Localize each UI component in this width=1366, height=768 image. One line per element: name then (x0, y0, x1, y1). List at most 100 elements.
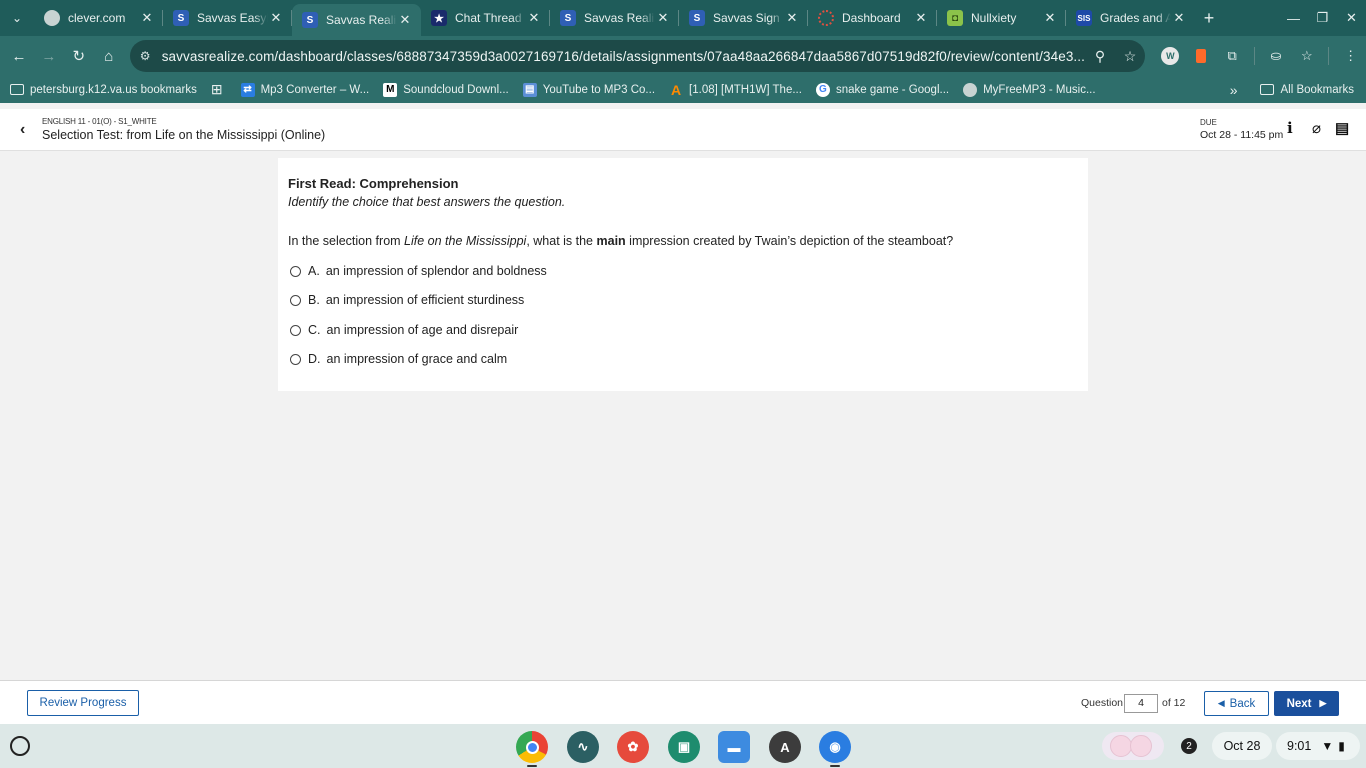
paint-app-icon[interactable]: ✿ (617, 731, 649, 763)
dashboard-icon (818, 10, 834, 26)
tab-clever[interactable]: clever.com ✕ (34, 0, 163, 36)
wave-app-icon[interactable]: ∿ (567, 731, 599, 763)
bookmark-soundcloud[interactable]: M Soundcloud Downl... (383, 82, 509, 97)
bookmark-myfreemp3[interactable]: MyFreeMP3 - Music... (963, 82, 1096, 97)
folder-icon (1259, 84, 1274, 95)
close-tab-icon[interactable]: ✕ (1042, 10, 1058, 26)
radio-button[interactable] (290, 294, 301, 306)
due-date: Oct 28 - 11:45 pm (1200, 129, 1284, 141)
tab-nullxiety[interactable]: ◘ Nullxiety ✕ (937, 0, 1066, 36)
url-text[interactable]: savvasrealize.com/dashboard/classes/6888… (162, 49, 1085, 64)
extensions-puzzle-icon[interactable]: ⧉ (1217, 48, 1248, 64)
tab-dashboard[interactable]: Dashboard ✕ (808, 0, 937, 36)
site-info-icon[interactable]: ⚙ (140, 49, 162, 63)
tab-savvas-realize-active[interactable]: S Savvas Realize ✕ (292, 4, 421, 36)
savvas-icon: S (302, 12, 318, 28)
answer-option-a[interactable]: A. an impression of splendor and boldnes… (290, 264, 547, 278)
close-tab-icon[interactable]: ✕ (526, 10, 542, 26)
close-tab-icon[interactable]: ✕ (397, 12, 413, 28)
tab-title: Chat Thread (455, 11, 522, 25)
bookmarks-star-icon[interactable]: ☆ (1291, 48, 1322, 64)
tab-savvas-sign-in[interactable]: S Savvas Sign In ✕ (679, 0, 808, 36)
question-number-input[interactable]: 4 (1124, 694, 1158, 713)
bookmark-youtube-mp3[interactable]: ▤ YouTube to MP3 Co... (522, 82, 655, 97)
radio-button[interactable] (290, 324, 301, 336)
radio-button[interactable] (290, 353, 301, 365)
address-bar[interactable]: ⚙ savvasrealize.com/dashboard/classes/68… (129, 40, 1145, 72)
back-button[interactable]: ◀ Back (1204, 691, 1269, 716)
answer-option-d[interactable]: D. an impression of grace and calm (290, 352, 507, 366)
all-bookmarks[interactable]: All Bookmarks (1281, 84, 1355, 96)
account-app-icon[interactable]: A (769, 731, 801, 763)
answer-option-b[interactable]: B. an impression of efficient sturdiness (290, 293, 524, 307)
toolbar-divider (1253, 47, 1255, 65)
classroom-icon[interactable]: ▣ (668, 731, 700, 763)
converter-icon: ⇄ (240, 82, 255, 97)
option-letter: C. (308, 323, 321, 337)
option-text: an impression of efficient sturdiness (325, 293, 525, 307)
reload-icon[interactable]: ↻ (64, 40, 94, 72)
status-area[interactable]: 9:01 ▼ ▮ (1276, 732, 1360, 760)
bookmark-snake-game[interactable]: G snake game - Googl... (815, 82, 949, 97)
close-tab-icon[interactable]: ✕ (784, 10, 800, 26)
zoom-icon[interactable]: ⚲ (1085, 48, 1115, 65)
camera-icon[interactable]: ◉ (819, 731, 851, 763)
overflow-chevron-icon[interactable]: » (1230, 82, 1238, 98)
tab-search-icon[interactable]: ⌄ (0, 0, 34, 36)
review-progress-button[interactable]: Review Progress (27, 690, 139, 716)
tab-chat-thread[interactable]: ★ Chat Thread ✕ (421, 0, 550, 36)
new-tab-icon[interactable]: + (1195, 8, 1223, 29)
bookmark-mth1w[interactable]: A [1.08] [MTH1W] The... (669, 82, 802, 98)
close-tab-icon[interactable]: ✕ (268, 10, 284, 26)
bookmark-mp3-converter[interactable]: ⇄ Mp3 Converter – W... (240, 82, 369, 97)
close-tab-icon[interactable]: ✕ (139, 10, 155, 26)
option-text: an impression of age and disrepair (326, 323, 519, 337)
back-chevron-icon[interactable]: ‹ (20, 121, 25, 139)
forward-arrow-icon[interactable]: → (34, 40, 64, 72)
menu-kebab-icon[interactable]: ⋮ (1335, 48, 1366, 64)
extension-w-icon[interactable]: W (1155, 47, 1186, 65)
next-button[interactable]: Next ▶ (1274, 691, 1339, 716)
assessment-footer: Review Progress Question 4 of 12 ◀ Back … (0, 680, 1366, 724)
close-tab-icon[interactable]: ✕ (1171, 10, 1187, 26)
tab-grades[interactable]: SIS Grades and Attendance ✕ (1066, 0, 1195, 36)
back-arrow-icon[interactable]: ← (4, 40, 34, 72)
profile-avatars[interactable] (1102, 732, 1164, 760)
date-pill[interactable]: Oct 28 (1212, 732, 1272, 760)
comment-icon[interactable]: ▤ (1335, 119, 1349, 137)
option-letter: B. (308, 293, 320, 307)
notification-count[interactable]: 2 (1181, 738, 1197, 754)
close-tab-icon[interactable]: ✕ (655, 10, 671, 26)
bookmark-star-icon[interactable]: ☆ (1115, 48, 1145, 65)
caret-left-icon: ◀ (1217, 698, 1225, 708)
restore-icon[interactable]: ❐ (1308, 10, 1337, 26)
course-name: ENGLISH 11 - 01(O) - S1_WHITE (42, 117, 157, 126)
paperclip-icon[interactable]: ⌀ (1312, 119, 1321, 137)
tab-title: Savvas Realize (326, 13, 397, 27)
window-controls: — ❐ ✕ (1279, 0, 1366, 36)
globe-icon (963, 82, 978, 97)
info-icon[interactable]: i (1287, 119, 1293, 137)
minimize-icon[interactable]: — (1279, 11, 1308, 26)
battery-icon: ▮ (1338, 739, 1345, 753)
close-window-icon[interactable]: ✕ (1337, 10, 1366, 26)
close-tab-icon[interactable]: ✕ (913, 10, 929, 26)
radio-button[interactable] (290, 265, 301, 277)
home-icon[interactable]: ⌂ (94, 40, 124, 72)
toolbar-divider (1328, 47, 1330, 65)
launcher-icon[interactable] (10, 736, 30, 756)
tab-savvas-easybridge[interactable]: S Savvas EasyBridge ✕ (163, 0, 292, 36)
question-card: First Read: Comprehension Identify the c… (278, 158, 1088, 391)
extension-orange-icon[interactable] (1186, 49, 1217, 63)
clock: 9:01 (1287, 739, 1312, 753)
tab-savvas-realize[interactable]: S Savvas Realize ✕ (550, 0, 679, 36)
apps-grid-icon[interactable]: ⊞ (211, 81, 223, 98)
chrome-icon[interactable] (516, 731, 548, 763)
bookmark-managed[interactable]: petersburg.k12.va.us bookmarks (10, 84, 197, 96)
tab-title: Nullxiety (971, 11, 1017, 25)
nullxiety-icon: ◘ (947, 10, 963, 26)
incognito-icon[interactable]: ⛀ (1261, 48, 1292, 64)
files-icon[interactable]: ▬ (718, 731, 750, 763)
answer-option-c[interactable]: C. an impression of age and disrepair (290, 323, 518, 337)
globe-icon (44, 10, 60, 26)
